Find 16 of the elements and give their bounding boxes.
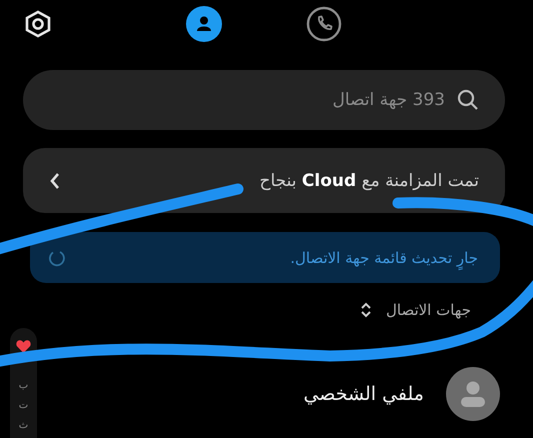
sort-label[interactable]: جهات الاتصال [386,301,471,319]
index-letter[interactable]: ب [18,378,28,394]
heart-icon[interactable] [16,340,31,353]
search-field[interactable]: 393 جهة اتصال [23,70,505,130]
person-icon[interactable] [186,6,222,42]
index-letter[interactable]: ث [18,418,28,434]
loading-spinner-icon [48,248,66,266]
phone-icon[interactable] [306,6,342,42]
settings-icon[interactable] [23,9,53,39]
search-icon [457,89,479,111]
sort-arrows-icon[interactable] [360,301,372,319]
chevron-left-icon [49,172,61,190]
profile-name[interactable]: ملفي الشخصي [303,383,424,405]
index-letter[interactable]: ت [18,398,28,414]
index-bar[interactable]: ب ت ث [10,328,37,438]
avatar-icon[interactable] [446,367,500,421]
